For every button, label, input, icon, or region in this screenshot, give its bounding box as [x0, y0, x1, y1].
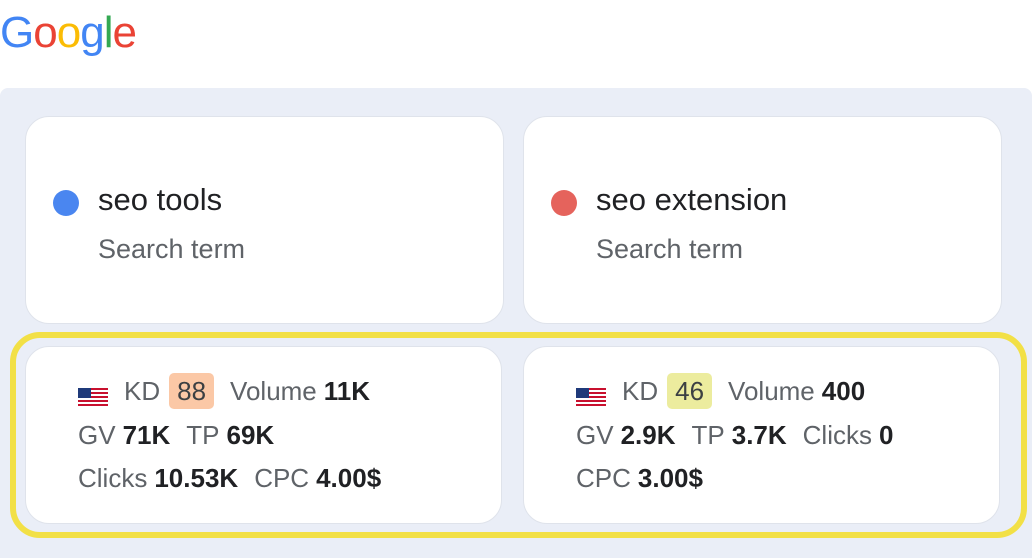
metrics-row-2: GV 71K TP 69K	[78, 417, 290, 453]
tp-value: 69K	[226, 419, 275, 450]
us-flag-icon	[78, 382, 108, 406]
kd-badge: 46	[667, 373, 713, 409]
metrics-row-3: Clicks 10.53K CPC 4.00$	[78, 460, 397, 496]
logo-letter: g	[80, 8, 105, 57]
cpc-value: 4.00$	[316, 462, 382, 493]
kd-label: KD	[622, 375, 659, 406]
search-term-card-1[interactable]: seo tools Search term	[25, 116, 504, 324]
clicks-label: Clicks	[802, 419, 872, 450]
cpc-label: CPC	[576, 462, 631, 493]
search-term-subtitle: Search term	[98, 234, 246, 264]
metrics-row-3: CPC 3.00$	[576, 460, 719, 496]
keyword-metrics-card-2: KD 46 Volume 400 GV 2.9K TP 3.7K Clicks …	[523, 346, 1000, 524]
volume-value: 11K	[323, 375, 371, 406]
keyword-metrics-card-1: KD 88 Volume 11K GV 71K TP 69K Clicks 10…	[25, 346, 502, 524]
gv-value: 2.9K	[620, 419, 676, 450]
series-dot-icon	[53, 190, 79, 216]
us-flag-icon	[576, 382, 606, 406]
tp-value: 3.7K	[731, 419, 787, 450]
logo-letter: o	[56, 8, 82, 57]
search-term-title: seo tools	[98, 182, 223, 217]
logo-letter: e	[112, 8, 137, 57]
search-term-title: seo extension	[596, 182, 788, 217]
clicks-label: Clicks	[78, 462, 148, 493]
kd-label: KD	[124, 375, 161, 406]
kd-badge: 88	[169, 373, 215, 409]
gv-value: 71K	[122, 419, 171, 450]
volume-label: Volume	[230, 375, 317, 406]
search-term-card-2[interactable]: seo extension Search term	[523, 116, 1002, 324]
volume-label: Volume	[728, 375, 815, 406]
tp-label: TP	[186, 419, 220, 450]
cpc-value: 3.00$	[637, 462, 703, 493]
cpc-label: CPC	[254, 462, 310, 493]
logo-letter: G	[0, 8, 34, 57]
logo-letter: o	[33, 8, 58, 57]
metrics-row-1: KD 88 Volume 11K	[78, 373, 386, 409]
gv-label: GV	[78, 419, 116, 450]
tp-label: TP	[691, 419, 725, 450]
metrics-row-1: KD 46 Volume 400	[576, 373, 881, 409]
clicks-value: 0	[879, 419, 894, 450]
series-dot-icon	[551, 190, 577, 216]
metrics-row-2: GV 2.9K TP 3.7K Clicks 0	[576, 417, 909, 453]
volume-value: 400	[821, 375, 866, 406]
comparison-panel: seo tools Search term seo extension Sear…	[0, 88, 1032, 558]
logo-letter: l	[103, 8, 114, 57]
search-term-subtitle: Search term	[596, 234, 744, 264]
clicks-value: 10.53K	[154, 462, 239, 493]
gv-label: GV	[576, 419, 614, 450]
google-logo: Google	[0, 8, 137, 58]
